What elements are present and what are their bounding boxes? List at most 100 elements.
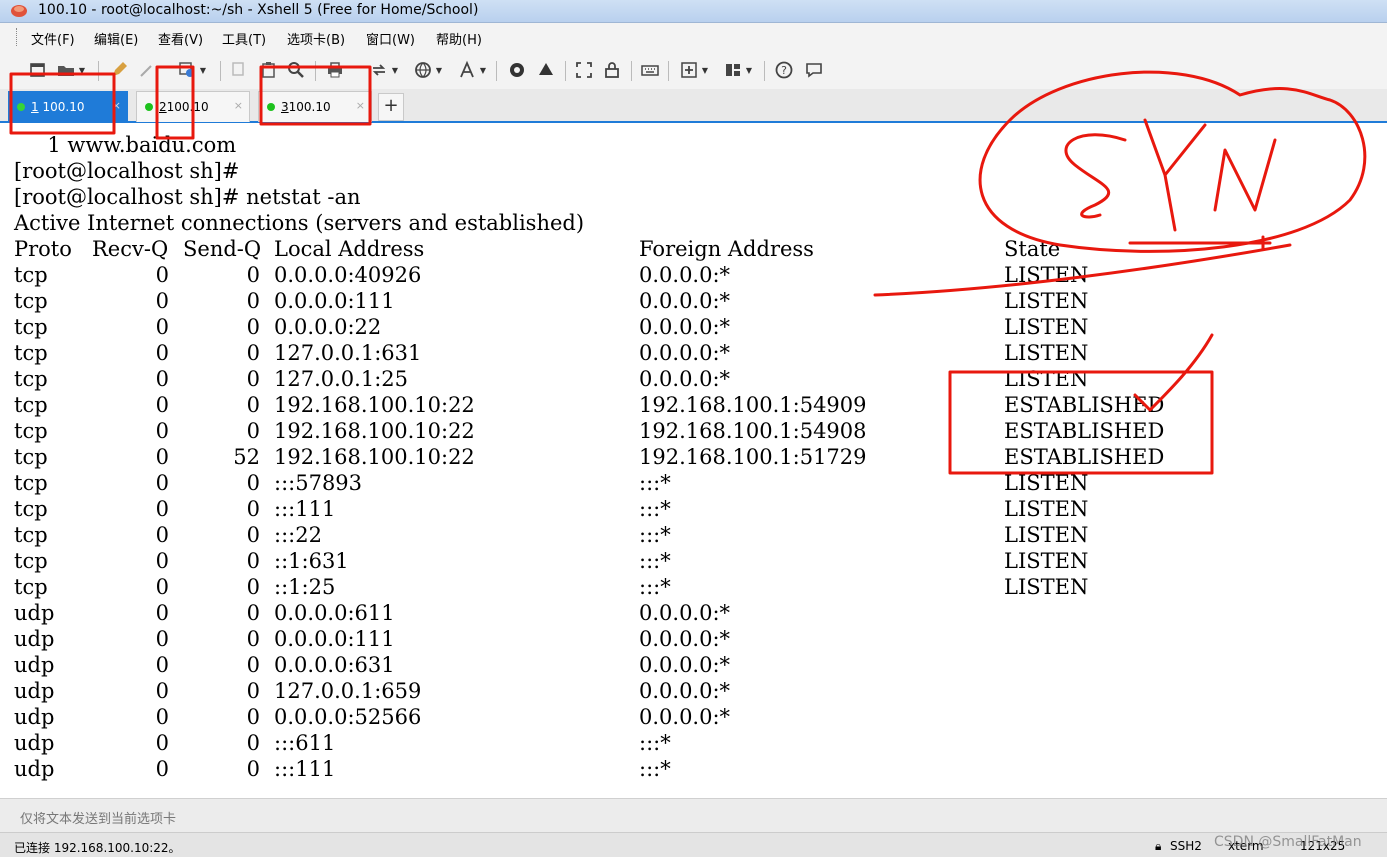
netstat-row: tcp 0 0 0.0.0.0:22 0.0.0.0:* LISTEN — [14, 315, 1214, 341]
menu-grip — [16, 28, 19, 46]
terminal-line: [root@localhost sh]# — [14, 159, 240, 183]
cell-proto: udp — [14, 601, 55, 625]
xmanager-icon[interactable] — [535, 59, 557, 81]
copy-icon[interactable] — [228, 59, 250, 81]
cell-proto: udp — [14, 705, 55, 729]
terminal-output[interactable]: 1 www.baidu.com [root@localhost sh]# [ro… — [0, 123, 1387, 798]
cell-sendq: 0 — [246, 731, 260, 755]
pencil-icon[interactable] — [108, 59, 130, 81]
globe-icon[interactable]: ▼ — [412, 59, 442, 81]
cell-proto: tcp — [14, 289, 48, 313]
menu-file[interactable]: 文件(F) — [31, 29, 75, 48]
cell-proto: tcp — [14, 419, 48, 443]
cell-foreign: :::* — [639, 575, 671, 599]
cell-recvq: 0 — [155, 471, 169, 495]
tab-session-3[interactable]: 3100.10 × — [258, 91, 372, 122]
new-session-icon[interactable] — [27, 59, 49, 81]
cell-foreign: 192.168.100.1:54909 — [639, 393, 867, 417]
title-bar: 100.10 - root@localhost:~/sh - Xshell 5 … — [0, 0, 1387, 23]
compose-placeholder: 仅将文本发送到当前选项卡 — [20, 812, 177, 827]
properties-icon[interactable]: ▼ — [176, 59, 206, 81]
close-tab-icon[interactable]: × — [356, 99, 365, 112]
cell-local: 127.0.0.1:631 — [274, 341, 422, 365]
netstat-row: udp 0 0:::111:::* — [14, 757, 1214, 783]
cell-recvq: 0 — [155, 757, 169, 781]
netstat-row: udp 0 0 0.0.0.0:631 0.0.0.0:* — [14, 653, 1214, 679]
connected-dot-icon — [17, 103, 25, 111]
add-tab-button[interactable]: + — [378, 93, 404, 121]
cell-proto: tcp — [14, 575, 48, 599]
cell-recvq: 0 — [155, 523, 169, 547]
paste-icon[interactable] — [258, 59, 280, 81]
close-tab-icon[interactable]: × — [112, 99, 121, 112]
cell-foreign: :::* — [639, 549, 671, 573]
cell-proto: udp — [14, 757, 55, 781]
toolbar-separator — [668, 61, 669, 81]
lock-icon[interactable] — [601, 59, 623, 81]
keyboard-icon[interactable] — [639, 59, 661, 81]
cell-proto: tcp — [14, 263, 48, 287]
cell-proto: tcp — [14, 341, 48, 365]
window-title: 100.10 - root@localhost:~/sh - Xshell 5 … — [38, 2, 479, 18]
add-icon[interactable]: ▼ — [678, 59, 708, 81]
cell-proto: udp — [14, 627, 55, 651]
menu-view[interactable]: 查看(V) — [158, 29, 203, 48]
compose-bar[interactable]: 仅将文本发送到当前选项卡 — [0, 798, 1387, 833]
tab-session-2[interactable]: 2100.10 × — [136, 91, 250, 122]
menu-help[interactable]: 帮助(H) — [436, 29, 482, 48]
cell-local: :::22 — [274, 523, 322, 547]
cell-foreign: 0.0.0.0:* — [639, 315, 731, 339]
help-icon[interactable]: ? — [773, 59, 795, 81]
tab-number: 1 — [31, 100, 39, 114]
netstat-row: udp 0 0 0.0.0.0:611 0.0.0.0:* — [14, 601, 1214, 627]
menu-tools[interactable]: 工具(T) — [222, 29, 266, 48]
terminal-line: 1 www.baidu.com — [14, 133, 237, 157]
cell-local: :::111 — [274, 757, 336, 781]
netstat-row: tcp 0 0 192.168.100.10:22 192.168.100.1:5490… — [14, 393, 1214, 419]
key-icon[interactable] — [136, 59, 158, 81]
cell-recvq: 0 — [155, 731, 169, 755]
print-icon[interactable] — [324, 59, 346, 81]
cell-local: 192.168.100.10:22 — [274, 419, 475, 443]
cell-local: 127.0.0.1:25 — [274, 367, 408, 391]
chat-icon[interactable] — [803, 59, 825, 81]
cell-sendq: 0 — [246, 575, 260, 599]
xftp-icon[interactable] — [506, 59, 528, 81]
col-state: State — [1004, 237, 1061, 261]
connected-dot-icon — [145, 103, 153, 111]
col-foreign: Foreign Address — [639, 237, 814, 261]
tab-label: 100.10 — [288, 100, 331, 114]
menu-window[interactable]: 窗口(W) — [366, 29, 415, 48]
transfer-icon[interactable]: ▼ — [368, 59, 398, 81]
status-bar: 已连接 192.168.100.10:22。 🔒︎ SSH2 xterm 121… — [0, 832, 1387, 857]
cell-foreign: 0.0.0.0:* — [639, 263, 731, 287]
cell-sendq: 0 — [246, 757, 260, 781]
tab-number: 3 — [281, 100, 289, 114]
font-icon[interactable]: ▼ — [456, 59, 486, 81]
connected-dot-icon — [267, 103, 275, 111]
cell-state: LISTEN — [1004, 575, 1089, 599]
layout-icon[interactable]: ▼ — [722, 59, 752, 81]
cell-foreign: 0.0.0.0:* — [639, 653, 731, 677]
netstat-row: udp 0 0 0.0.0.0:111 0.0.0.0:* — [14, 627, 1214, 653]
cell-recvq: 0 — [155, 315, 169, 339]
close-tab-icon[interactable]: × — [234, 99, 243, 112]
col-sendq: Send-Q — [183, 237, 262, 261]
netstat-row: tcp 0 0::1:25:::* LISTEN — [14, 575, 1214, 601]
col-recvq: Recv-Q — [92, 237, 169, 261]
netstat-row: udp 0 0 127.0.0.1:659 0.0.0.0:* — [14, 679, 1214, 705]
cell-proto: tcp — [14, 471, 48, 495]
cell-state: LISTEN — [1004, 523, 1089, 547]
cell-foreign: 192.168.100.1:54908 — [639, 419, 867, 443]
cell-state: LISTEN — [1004, 341, 1089, 365]
find-icon[interactable] — [285, 59, 307, 81]
cell-recvq: 0 — [155, 627, 169, 651]
session-tab-bar: 1 100.10 × 2100.10 × 3100.10 × + — [0, 89, 1387, 123]
open-folder-icon[interactable]: ▼ — [55, 59, 85, 81]
menu-tabs[interactable]: 选项卡(B) — [287, 29, 345, 48]
netstat-row: tcp 0 0:::57893:::* LISTEN — [14, 471, 1214, 497]
tab-session-1[interactable]: 1 100.10 × — [8, 91, 128, 122]
menu-edit[interactable]: 编辑(E) — [94, 29, 138, 48]
protocol-status: SSH2 — [1170, 839, 1202, 853]
fullscreen-icon[interactable] — [573, 59, 595, 81]
